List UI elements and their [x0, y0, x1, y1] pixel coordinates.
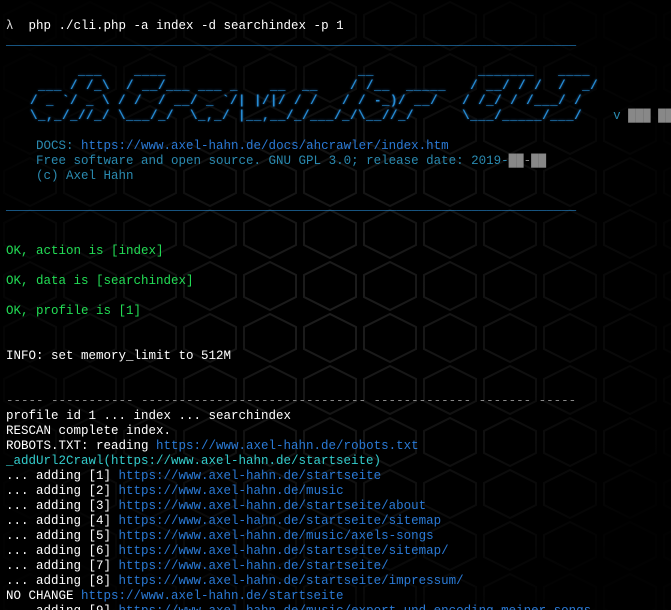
rescan-line: RESCAN complete index.: [6, 424, 171, 438]
divider: ----- ----------- ----------------------…: [6, 394, 576, 408]
add-line-1: ... adding [1] https://www.axel-hahn.de/…: [6, 469, 381, 483]
status-data: OK, data is [searchindex]: [6, 274, 194, 288]
info-memory: INFO: set memory_limit to 512M: [6, 349, 231, 363]
profile-line: profile id 1 ... index ... searchindex: [6, 409, 291, 423]
robots-line: ROBOTS.TXT: reading https://www.axel-hah…: [6, 439, 419, 453]
docs-url: https://www.axel-hahn.de/docs/ahcrawler/…: [81, 139, 449, 153]
add-line-9: ... adding [9] https://www.axel-hahn.de/…: [6, 604, 591, 610]
add-line-6: ... adding [6] https://www.axel-hahn.de/…: [6, 544, 449, 558]
divider: ________________________________________…: [6, 199, 576, 213]
status-action: OK, action is [index]: [6, 244, 164, 258]
copyright-line: (c) Axel Hahn: [36, 169, 134, 183]
add-line-3: ... adding [3] https://www.axel-hahn.de/…: [6, 499, 426, 513]
add-line-4: ... adding [4] https://www.axel-hahn.de/…: [6, 514, 441, 528]
add-line-7: ... adding [7] https://www.axel-hahn.de/…: [6, 559, 389, 573]
terminal-output: λ php ./cli.php -a index -d searchindex …: [0, 0, 671, 610]
status-profile: OK, profile is [1]: [6, 304, 141, 318]
docs-label: DOCS:: [36, 139, 81, 153]
ascii-banner: ___ ____ __ _______ ____ ___ / /_\ / __/…: [6, 64, 598, 123]
divider: ________________________________________…: [6, 34, 576, 48]
nochange-line: NO CHANGE https://www.axel-hahn.de/start…: [6, 589, 344, 603]
add-line-5: ... adding [5] https://www.axel-hahn.de/…: [6, 529, 434, 543]
add-line-8: ... adding [8] https://www.axel-hahn.de/…: [6, 574, 464, 588]
addurl-line: _addUrl2Crawl(https://www.axel-hahn.de/s…: [6, 454, 381, 468]
license-line: Free software and open source. GNU GPL 3…: [36, 154, 509, 168]
prompt-line: λ php ./cli.php -a index -d searchindex …: [6, 19, 344, 33]
add-line-2: ... adding [2] https://www.axel-hahn.de/…: [6, 484, 344, 498]
